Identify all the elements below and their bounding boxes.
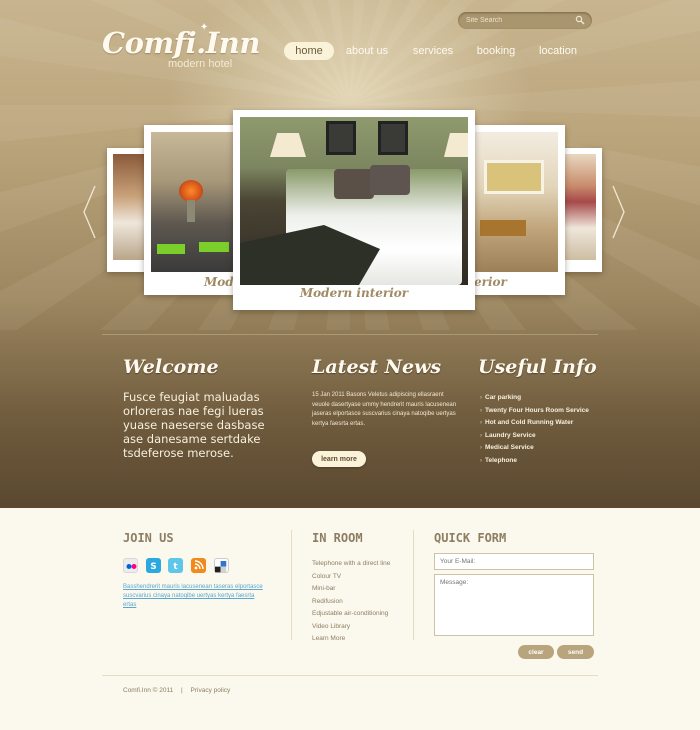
skype-icon[interactable]: S [146,558,161,573]
list-item[interactable]: › Telephone [480,457,620,470]
email-field[interactable] [434,553,594,570]
delicious-icon[interactable] [214,558,229,573]
slide-photo [151,132,240,272]
search-box [458,12,592,29]
carousel-slide-main[interactable]: Modern interior [233,110,475,310]
useful-info-heading: Useful Info [478,356,597,378]
privacy-policy-link[interactable]: Privacy policy [191,687,231,694]
list-item: Redifusion [312,597,343,605]
bullet-icon: › [480,457,482,464]
welcome-text: Fusce feugiat maluadas orloreras nae feg… [123,390,265,460]
list-item: Mini-bar [312,585,336,592]
slide-caption-main: Modern interior [299,286,409,300]
clear-button[interactable]: clear [518,645,554,659]
bullet-icon: › [480,407,482,414]
bullet-icon: › [480,445,482,452]
quick-form-heading: QUICK FORM [434,531,507,545]
list-item[interactable]: › Laundry Service [480,432,620,445]
twitter-icon[interactable]: t [168,558,183,573]
nav-services[interactable]: services [406,42,460,60]
rss-icon[interactable] [191,558,206,573]
list-item[interactable]: › Twenty Four Hours Room Service [480,407,620,420]
list-item: Telephone with a direct line [312,560,391,567]
logo-text: Comfi.Inn [102,26,260,60]
carousel-prev-arrow-icon[interactable] [82,185,96,239]
copyright-text: Comfi.Inn © 2011 [123,687,174,694]
list-item[interactable]: › Medical Service [480,444,620,457]
svg-text:S: S [150,562,156,572]
slide-caption: Mode [204,275,242,289]
logo-tagline: modern hotel [168,58,233,70]
footer-separator: | [181,687,183,694]
carousel-slide-right[interactable]: erior [470,125,565,295]
slide-photo [240,117,468,285]
message-field[interactable] [434,574,594,636]
logo[interactable]: Comfi.Inn ✦ modern hotel [100,22,260,74]
list-item[interactable]: › Hot and Cold Running Water [480,419,620,432]
join-us-link[interactable]: Basshendrerit mauris lacusenean taseras … [123,583,263,610]
nav-booking[interactable]: booking [472,42,520,60]
news-text: 15 Jan 2011 Basons Veletus adipiscing el… [312,392,457,427]
list-item[interactable]: › Car parking [480,394,620,407]
send-button[interactable]: send [557,645,594,659]
join-us-heading: JOIN US [123,531,174,545]
nav-location[interactable]: location [534,42,582,60]
learn-more-link[interactable]: Learn More [312,635,422,648]
list-item: Video Library [312,622,351,630]
flickr-icon[interactable] [123,558,138,573]
slide-caption: erior [474,275,507,289]
section-divider [102,334,598,335]
slide-photo [470,132,558,272]
in-room-heading: IN ROOM [312,531,363,545]
list-item: Colour TV [312,572,342,580]
in-room-list: Telephone with a direct line Colour TV M… [312,560,422,648]
search-input[interactable] [466,13,572,28]
search-icon[interactable] [575,15,585,25]
footer-divider [102,675,598,676]
carousel-next-arrow-icon[interactable] [612,185,626,239]
welcome-heading: Welcome [123,356,219,378]
footer: Comfi.Inn © 2011 | Privacy policy [123,687,230,694]
bullet-icon: › [480,420,482,427]
nav-home[interactable]: home [284,42,334,60]
main-nav: home about us services booking location [284,42,604,60]
column-divider [291,530,292,640]
nav-about-us[interactable]: about us [342,42,392,60]
carousel-slide-left[interactable]: Mode [144,125,242,295]
scallop-divider [0,502,700,512]
news-heading: Latest News [312,356,442,378]
learn-more-button[interactable]: learn more [312,451,366,467]
bullet-icon: › [480,395,482,401]
list-item: Edjustable air-conditioning [312,610,389,617]
useful-info-list: › Car parking › Twenty Four Hours Room Ser… [480,394,620,470]
star-icon: ✦ [200,22,209,33]
bullet-icon: › [480,432,482,439]
svg-text:t: t [173,562,178,572]
